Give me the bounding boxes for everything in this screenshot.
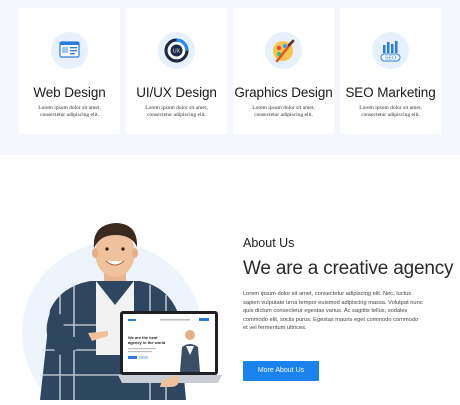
service-description: Lorem ipsum dolor sit amet, consectetur …: [252, 105, 315, 118]
service-title: UI/UX Design: [136, 85, 217, 100]
about-text: Lorem ipsum dolor sit amet, consectetur …: [243, 291, 423, 331]
seo-icon-text: SEO: [385, 56, 397, 62]
service-description: Lorem ipsum dolor sit amet, consectetur …: [145, 105, 208, 118]
service-card-uiux-design[interactable]: UX UI/UX Design Lorem ipsum dolor sit am…: [126, 8, 227, 134]
service-title: Graphics Design: [234, 85, 333, 100]
web-design-icon: [51, 32, 88, 69]
laptop-headline-2: agency in the world: [128, 340, 166, 345]
uiux-icon-text: UX: [173, 49, 181, 55]
seo-icon: SEO: [372, 32, 409, 69]
about-heading: About Us: [243, 236, 295, 250]
service-title: Web Design: [33, 85, 106, 100]
service-card-graphics-design[interactable]: Graphics Design Lorem ipsum dolor sit am…: [233, 8, 334, 134]
graphics-icon: [265, 32, 302, 69]
more-about-us-button[interactable]: More About Us: [243, 361, 319, 381]
service-card-seo-marketing[interactable]: SEO SEO Marketing Lorem ipsum dolor sit …: [340, 8, 441, 134]
service-description: Lorem ipsum dolor sit amet, consectetur …: [359, 105, 422, 118]
service-description: Lorem ipsum dolor sit amet, consectetur …: [38, 105, 101, 118]
services-section: Web Design Lorem ipsum dolor sit amet, c…: [0, 0, 460, 155]
uiux-icon: UX: [158, 32, 195, 69]
service-title: SEO Marketing: [345, 85, 436, 100]
about-title: We are a creative agency: [243, 258, 454, 279]
hero-illustration: We are the best agency in the world: [0, 215, 240, 405]
service-card-web-design[interactable]: Web Design Lorem ipsum dolor sit amet, c…: [19, 8, 120, 134]
